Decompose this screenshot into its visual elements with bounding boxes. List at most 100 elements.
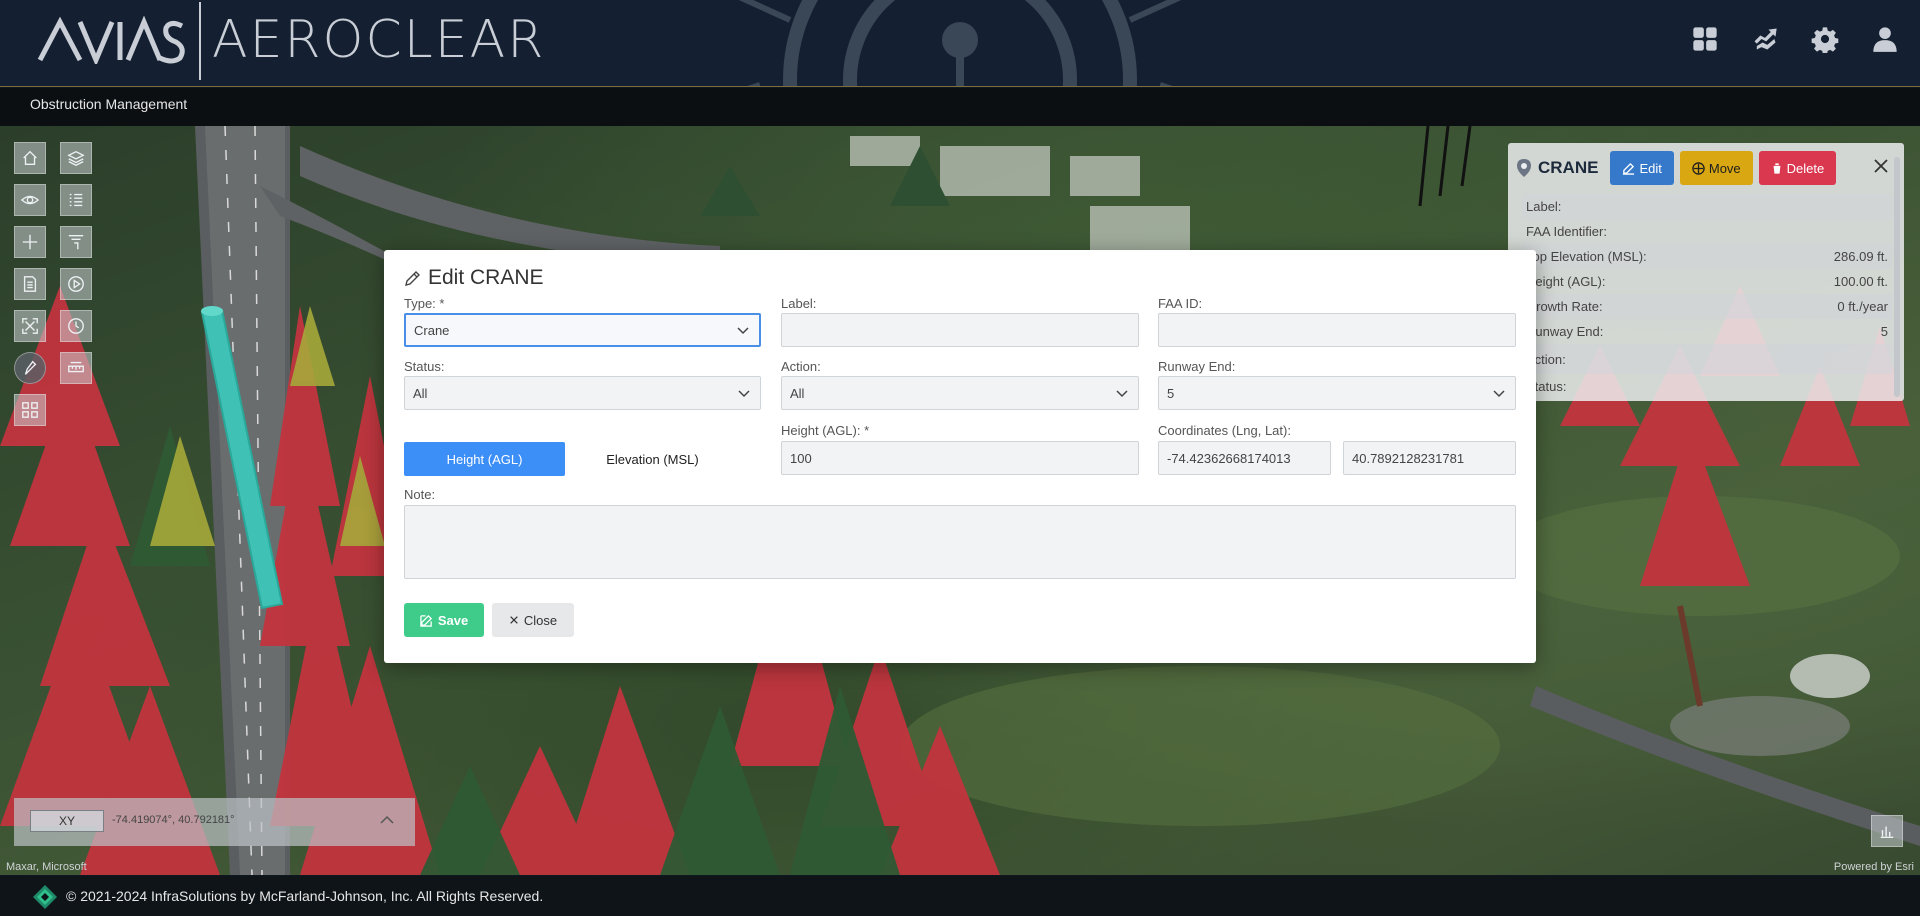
dialog-title-text: Edit CRANE <box>428 266 544 289</box>
height-label: Height (AGL): * <box>781 423 870 438</box>
action-label: Action: <box>781 359 821 374</box>
status-select[interactable]: All <box>404 376 761 410</box>
filter-button[interactable] <box>60 226 92 258</box>
dialog-title: Edit CRANE <box>404 266 544 290</box>
play-button[interactable] <box>60 268 92 300</box>
map-pin-icon <box>1517 159 1531 177</box>
save-button[interactable]: Save <box>404 603 484 637</box>
runway-end-label: Runway End: <box>1158 359 1236 374</box>
edit-dialog: Edit CRANE Type: * Crane Label: FAA ID: … <box>384 250 1536 663</box>
coord-readout: -74.419074°, 40.792181° <box>112 814 235 826</box>
info-row: Height (AGL): 100.00 ft. <box>1522 269 1892 294</box>
bar-chart-icon <box>1880 826 1894 839</box>
close-button[interactable]: Close <box>492 603 574 637</box>
measure-button[interactable] <box>60 352 92 384</box>
height-agl-toggle[interactable]: Height (AGL) <box>404 442 565 476</box>
action-select-value: All <box>790 385 805 401</box>
layers-button[interactable] <box>60 142 92 174</box>
chevron-down-icon <box>1116 390 1128 398</box>
list-button[interactable] <box>60 184 92 216</box>
chart-button[interactable] <box>1871 815 1903 847</box>
gear-icon[interactable] <box>1808 22 1842 56</box>
elevation-msl-toggle[interactable]: Elevation (MSL) <box>572 442 733 476</box>
visibility-button[interactable] <box>14 184 46 216</box>
user-icon[interactable] <box>1868 22 1902 56</box>
feature-info-panel: CRANE Edit Move Delete Label: FAA Identi… <box>1508 143 1904 401</box>
history-button[interactable] <box>60 310 92 342</box>
label-input[interactable] <box>781 313 1139 347</box>
apps-grid-icon[interactable] <box>1688 22 1722 56</box>
edit-button[interactable]: Edit <box>1610 151 1674 185</box>
fullscreen-icon <box>22 318 38 334</box>
info-panel-rows: Label: FAA Identifier: Top Elevation (MS… <box>1522 194 1892 399</box>
home-button[interactable] <box>14 142 46 174</box>
info-panel-title: CRANE <box>1538 158 1599 177</box>
play-icon <box>68 276 84 292</box>
esri-attribution: Powered by Esri <box>1833 861 1914 873</box>
faa-id-input[interactable] <box>1158 313 1516 347</box>
info-row-value: 5 <box>1880 324 1888 339</box>
note-textarea[interactable] <box>404 505 1516 579</box>
latitude-input[interactable]: 40.7892128231781 <box>1343 441 1516 475</box>
info-row-label: FAA Identifier: <box>1526 224 1607 239</box>
type-select-value: Crane <box>414 322 450 338</box>
layers-icon <box>67 150 85 166</box>
edit-icon <box>1623 162 1635 175</box>
copyright-text: © 2021-2024 InfraSolutions by McFarland-… <box>66 888 544 904</box>
add-button[interactable] <box>14 226 46 258</box>
status-select-value: All <box>413 385 428 401</box>
draw-button[interactable] <box>14 352 46 384</box>
header-actions <box>1688 22 1902 56</box>
home-icon <box>23 150 37 165</box>
action-select[interactable]: All <box>781 376 1139 410</box>
share-icon[interactable] <box>1748 22 1782 56</box>
info-row: FAA Identifier: <box>1522 219 1892 244</box>
note-label: Note: <box>404 487 436 502</box>
chevron-up-icon[interactable] <box>379 812 395 828</box>
coordinates-label: Coordinates (Lng, Lat): <box>1158 423 1291 438</box>
compass-decoration <box>738 0 1182 86</box>
info-row: Status: <box>1522 374 1892 399</box>
move-button[interactable]: Move <box>1679 151 1753 185</box>
runway-end-select[interactable]: 5 <box>1158 376 1516 410</box>
faa-id-label: FAA ID: <box>1158 296 1203 311</box>
app-header: AEROCLEAR <box>0 0 1920 87</box>
app-footer: © 2021-2024 InfraSolutions by McFarland-… <box>0 876 1920 916</box>
info-panel-scrollbar[interactable] <box>1894 157 1900 397</box>
eye-icon <box>21 195 39 205</box>
module-bar: Obstruction Management <box>0 88 1920 126</box>
label-label: Label: <box>781 296 817 311</box>
move-icon <box>1692 161 1705 175</box>
document-icon <box>23 276 37 292</box>
info-row: Label: <box>1522 194 1892 219</box>
filter-icon <box>68 235 84 250</box>
longitude-input[interactable]: -74.42362668174013 <box>1158 441 1331 475</box>
report-button[interactable] <box>14 268 46 300</box>
fullscreen-button[interactable] <box>14 310 46 342</box>
info-panel-header: CRANE Edit Move Delete <box>1516 151 1837 185</box>
info-row: Growth Rate: 0 ft./year <box>1522 294 1892 319</box>
info-row-value: 286.09 ft. <box>1833 249 1888 264</box>
save-label: Save <box>437 612 469 628</box>
chevron-down-icon <box>1493 390 1505 398</box>
info-row: Runway End: 5 <box>1522 319 1892 344</box>
delete-button[interactable]: Delete <box>1758 151 1837 185</box>
close-icon[interactable] <box>1872 157 1890 175</box>
edit-icon <box>420 614 432 627</box>
measure-icon <box>68 361 84 373</box>
info-row: Top Elevation (MSL): 286.09 ft. <box>1522 244 1892 269</box>
info-row-value: 100.00 ft. <box>1833 274 1888 289</box>
coord-mode-button[interactable]: XY <box>30 810 104 832</box>
brand-title: AEROCLEAR <box>212 10 546 70</box>
chevron-down-icon <box>738 390 750 398</box>
coordinate-widget: XY -74.419074°, 40.792181° <box>14 798 415 846</box>
qr-icon <box>22 402 38 418</box>
clock-icon <box>68 318 84 334</box>
pen-icon <box>24 360 37 375</box>
list-icon <box>69 193 83 207</box>
height-input[interactable]: 100 <box>781 441 1139 475</box>
close-label: Close <box>523 612 558 628</box>
qr-button[interactable] <box>14 394 46 426</box>
delete-label: Delete <box>1786 160 1825 176</box>
type-select[interactable]: Crane <box>404 313 761 347</box>
